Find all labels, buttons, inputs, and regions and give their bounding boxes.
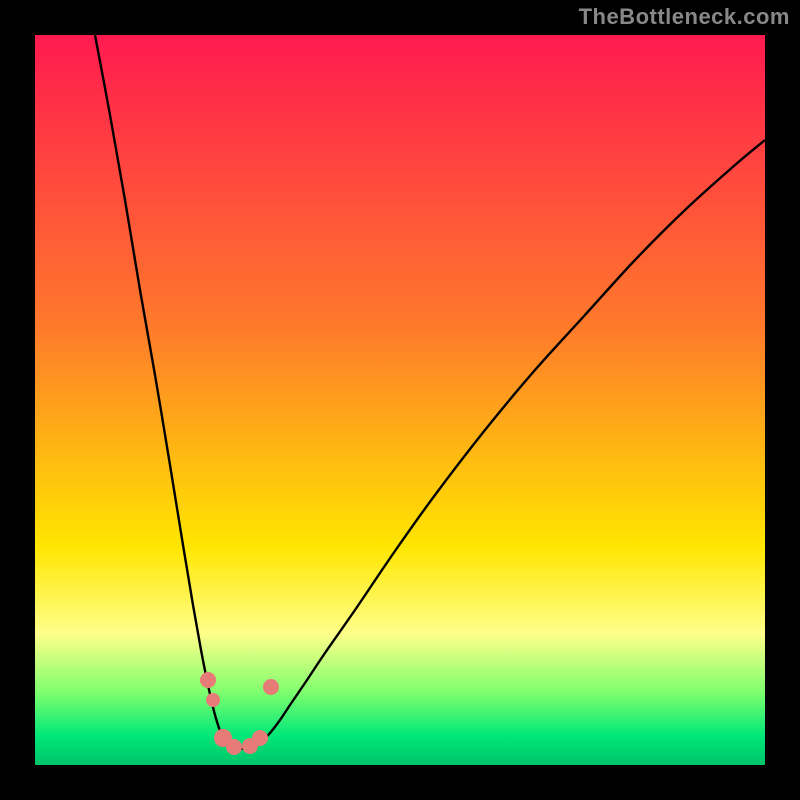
data-marker: [200, 672, 216, 688]
chart-container: TheBottleneck.com: [0, 0, 800, 800]
data-marker: [206, 693, 220, 707]
plot-area: [35, 35, 765, 765]
data-marker: [252, 730, 268, 746]
data-marker: [226, 739, 242, 755]
attribution-text: TheBottleneck.com: [579, 4, 790, 30]
data-marker: [263, 679, 279, 695]
bottleneck-chart: [0, 0, 800, 800]
